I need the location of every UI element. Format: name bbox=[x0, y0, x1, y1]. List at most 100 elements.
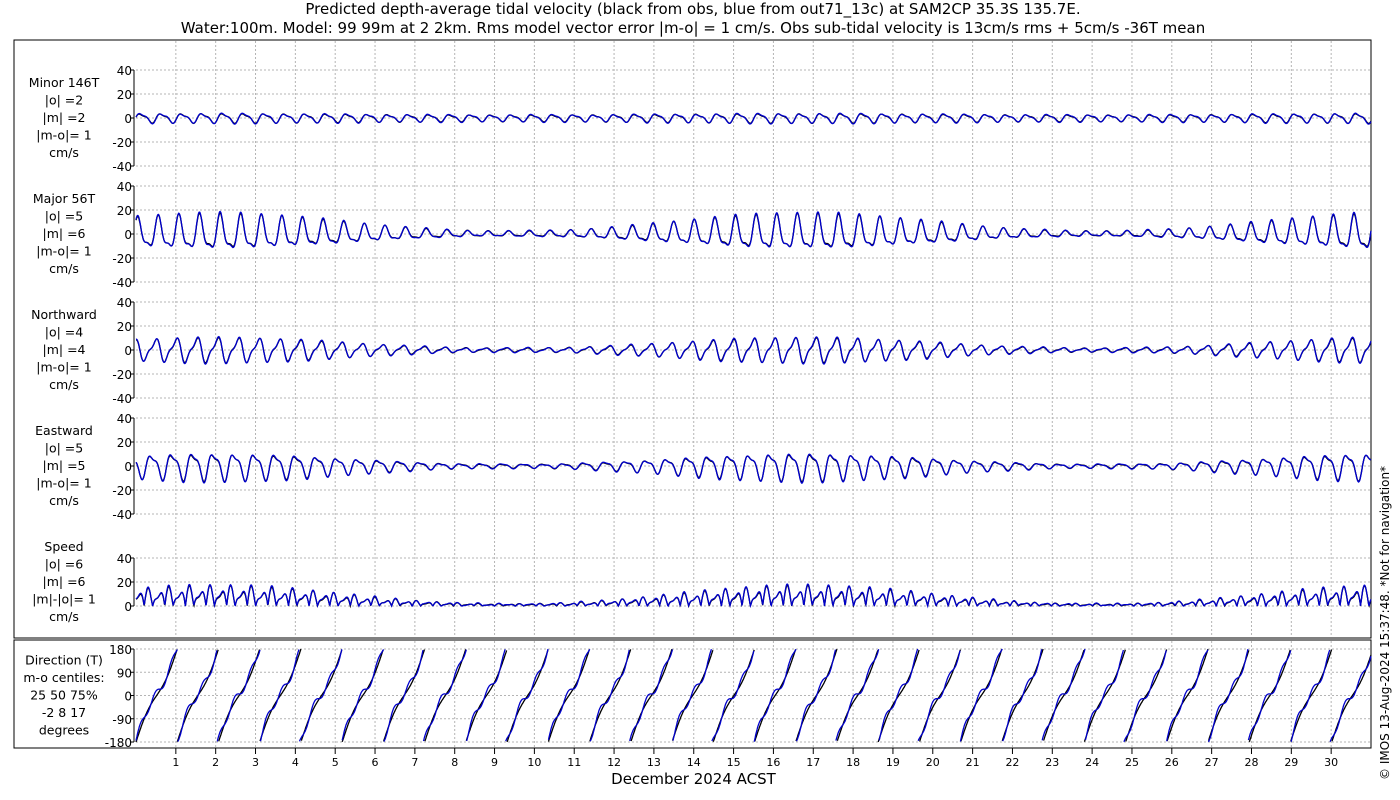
x-tick-label: 29 bbox=[1284, 756, 1298, 769]
y-tick-label: -20 bbox=[112, 484, 132, 498]
x-tick-label: 11 bbox=[567, 756, 581, 769]
tidal-velocity-chart: 40200-20-40Minor 146T|o| =2|m| =2|m-o|= … bbox=[13, 39, 1372, 788]
series-model bbox=[135, 583, 1372, 609]
panel-label-line: cm/s bbox=[49, 377, 79, 392]
y-tick-label: -180 bbox=[105, 736, 132, 750]
x-tick-label: 19 bbox=[886, 756, 900, 769]
y-tick-label: 20 bbox=[117, 436, 132, 450]
panel-label-line: cm/s bbox=[49, 145, 79, 160]
y-tick-label: 20 bbox=[117, 88, 132, 102]
x-tick-label: 30 bbox=[1324, 756, 1338, 769]
panel-minor bbox=[135, 112, 1372, 125]
y-tick-label: 0 bbox=[124, 344, 132, 358]
panel-label-line: |m| =2 bbox=[43, 110, 86, 125]
panel-label-line: |o| =4 bbox=[45, 325, 84, 340]
panel-label-line: degrees bbox=[39, 722, 89, 737]
y-tick-label: -40 bbox=[112, 160, 132, 174]
x-tick-label: 5 bbox=[332, 756, 339, 769]
x-tick-label: 23 bbox=[1045, 756, 1059, 769]
x-tick-label: 21 bbox=[966, 756, 980, 769]
panel-label-line: |m| =6 bbox=[43, 226, 86, 241]
y-tick-label: -40 bbox=[112, 508, 132, 522]
copyright-note: © IMOS 13-Aug-2024 15:37:48. *Not for na… bbox=[1378, 465, 1392, 780]
x-tick-label: 26 bbox=[1165, 756, 1179, 769]
y-tick-label: -90 bbox=[112, 713, 132, 727]
x-tick-label: 9 bbox=[491, 756, 498, 769]
panel-label-line: cm/s bbox=[49, 493, 79, 508]
panel-label-line: 25 50 75% bbox=[30, 688, 98, 703]
panel-label-line: |o| =5 bbox=[45, 441, 83, 456]
x-tick-label: 27 bbox=[1205, 756, 1219, 769]
panel-label-line: m-o centiles: bbox=[23, 670, 104, 685]
y-tick-label: -40 bbox=[112, 392, 132, 406]
panel-label-line: |o| =2 bbox=[45, 93, 83, 108]
panel-major bbox=[135, 210, 1372, 249]
y-tick-label: -40 bbox=[112, 276, 132, 290]
y-tick-label: 0 bbox=[124, 600, 132, 614]
panel-label-line: |m-o|= 1 bbox=[36, 475, 91, 490]
x-tick-label: 13 bbox=[647, 756, 661, 769]
panel-label-line: |m-o|= 1 bbox=[36, 243, 91, 258]
panel-label-line: |o| =5 bbox=[45, 209, 83, 224]
y-tick-label: 0 bbox=[124, 690, 132, 704]
x-tick-label: 10 bbox=[527, 756, 541, 769]
panel-label-line: Major 56T bbox=[33, 191, 96, 206]
x-tick-label: 14 bbox=[687, 756, 701, 769]
x-axis-label: December 2024 ACST bbox=[611, 770, 776, 788]
panel-speed bbox=[135, 583, 1372, 609]
x-tick-label: 18 bbox=[846, 756, 860, 769]
series-obs bbox=[135, 584, 1372, 609]
x-tick-label: 3 bbox=[252, 756, 259, 769]
y-tick-label: 40 bbox=[117, 552, 132, 566]
x-tick-label: 22 bbox=[1005, 756, 1019, 769]
x-tick-label: 7 bbox=[411, 756, 418, 769]
panel-label-line: |m| =5 bbox=[43, 458, 86, 473]
x-tick-label: 2 bbox=[212, 756, 219, 769]
panel-label-line: |m| =4 bbox=[43, 342, 86, 357]
panel-label-line: Eastward bbox=[35, 423, 93, 438]
y-tick-label: 40 bbox=[117, 180, 132, 194]
x-tick-label: 25 bbox=[1125, 756, 1139, 769]
x-tick-label: 6 bbox=[372, 756, 379, 769]
series-model bbox=[135, 210, 1372, 249]
panel-label-line: Northward bbox=[31, 307, 97, 322]
x-tick-label: 1 bbox=[172, 756, 179, 769]
y-tick-label: 20 bbox=[117, 576, 132, 590]
panel-label-line: cm/s bbox=[49, 261, 79, 276]
panel-label-line: |m|-|o|= 1 bbox=[32, 591, 96, 606]
panel-label-line: -2 8 17 bbox=[42, 705, 86, 720]
y-tick-label: 180 bbox=[109, 643, 132, 657]
x-tick-label: 12 bbox=[607, 756, 621, 769]
series-obs bbox=[135, 454, 1372, 483]
y-tick-label: 40 bbox=[117, 412, 132, 426]
y-tick-label: 0 bbox=[124, 460, 132, 474]
panel-label-line: |m-o|= 1 bbox=[36, 127, 91, 142]
y-tick-label: 0 bbox=[124, 112, 132, 126]
y-tick-label: -20 bbox=[112, 252, 132, 266]
y-tick-label: 20 bbox=[117, 320, 132, 334]
x-tick-label: 24 bbox=[1085, 756, 1099, 769]
panel-label-line: Direction (T) bbox=[25, 653, 103, 668]
x-tick-label: 4 bbox=[292, 756, 299, 769]
x-tick-label: 8 bbox=[451, 756, 458, 769]
y-tick-label: -20 bbox=[112, 136, 132, 150]
x-tick-label: 15 bbox=[727, 756, 741, 769]
series-model bbox=[135, 453, 1372, 484]
panel-label-line: |o| =6 bbox=[45, 557, 84, 572]
x-tick-label: 20 bbox=[926, 756, 940, 769]
panel-label-line: Speed bbox=[44, 539, 83, 554]
y-tick-label: 40 bbox=[117, 64, 132, 78]
y-tick-label: 90 bbox=[117, 666, 132, 680]
x-tick-label: 28 bbox=[1244, 756, 1258, 769]
series-obs bbox=[135, 212, 1372, 248]
panel-label-line: |m-o|= 1 bbox=[36, 359, 91, 374]
panel-label-line: Minor 146T bbox=[29, 75, 100, 90]
x-tick-label: 16 bbox=[766, 756, 780, 769]
x-tick-label: 17 bbox=[806, 756, 820, 769]
y-tick-label: -20 bbox=[112, 368, 132, 382]
panel-eastward bbox=[135, 453, 1372, 484]
panel-label-line: cm/s bbox=[49, 609, 79, 624]
y-tick-label: 20 bbox=[117, 204, 132, 218]
y-tick-label: 0 bbox=[124, 228, 132, 242]
y-tick-label: 40 bbox=[117, 296, 132, 310]
